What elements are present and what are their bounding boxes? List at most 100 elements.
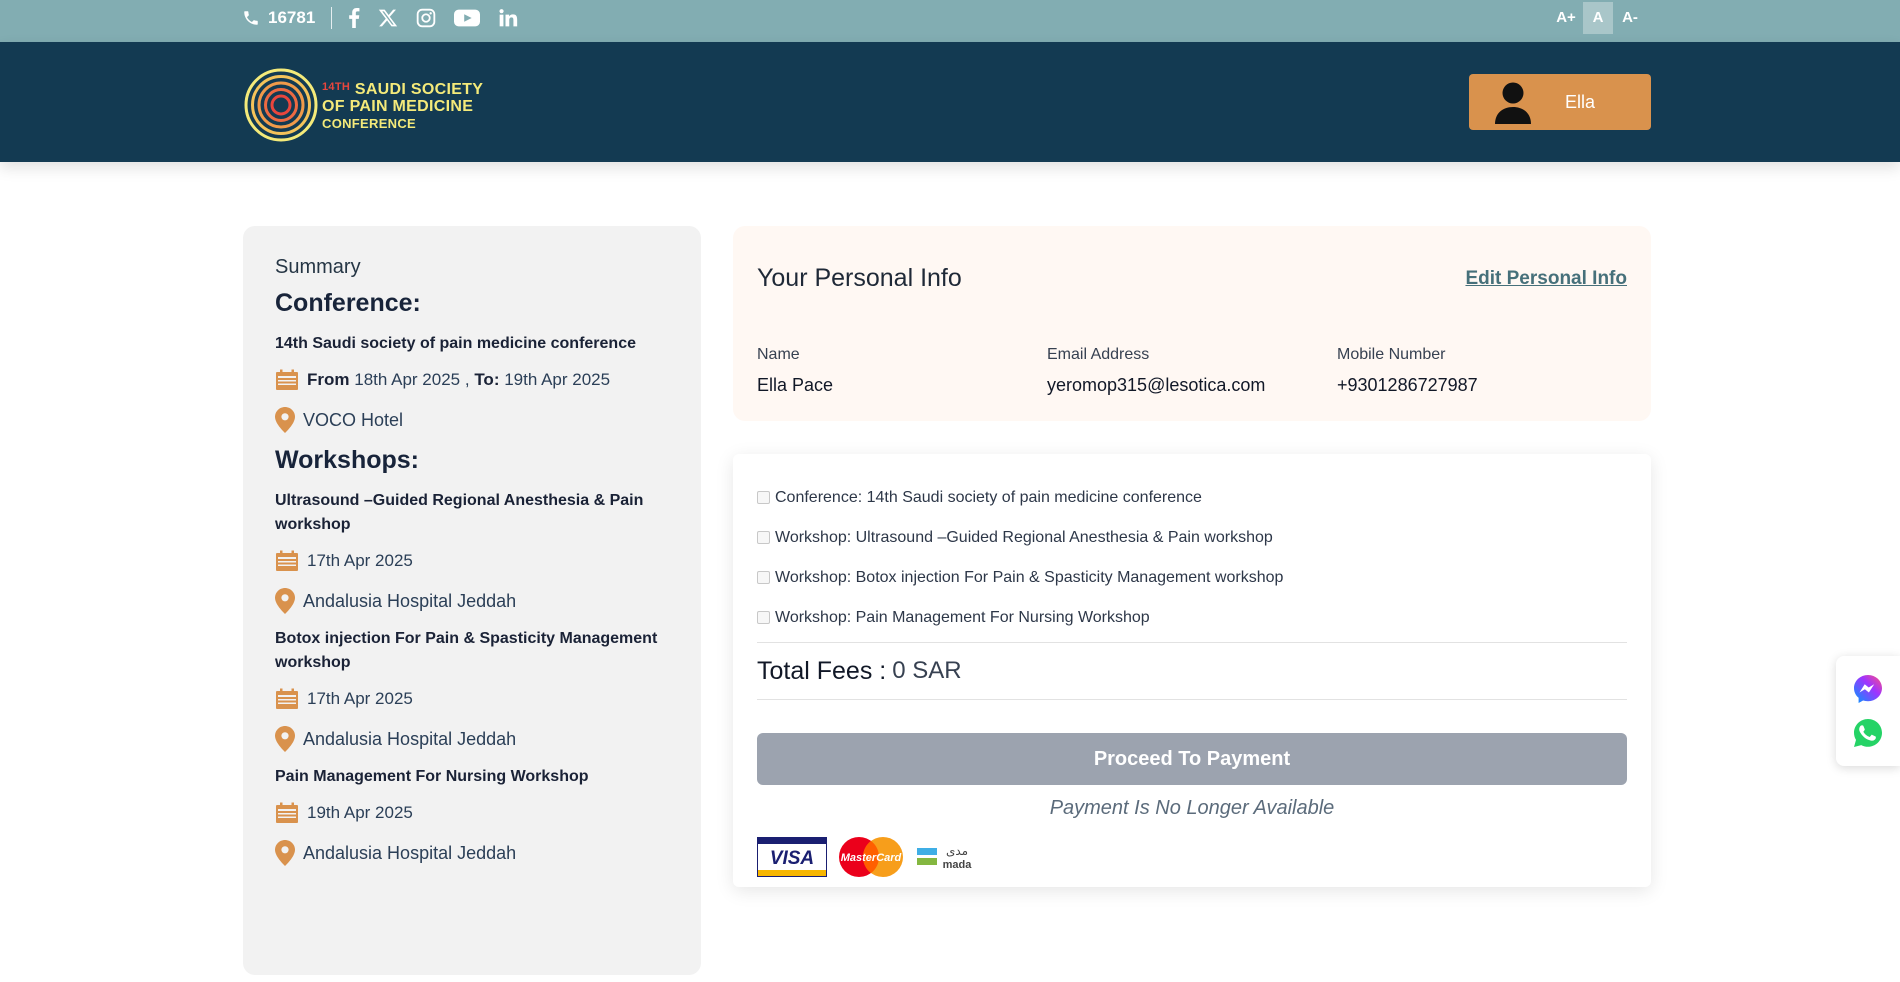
visa-text: VISA bbox=[770, 848, 814, 869]
font-size-controls: A+ A A- bbox=[1551, 0, 1645, 35]
registration-option[interactable]: Workshop: Botox injection For Pain & Spa… bbox=[757, 558, 1627, 598]
location-pin-icon bbox=[275, 840, 295, 866]
font-increase-button[interactable]: A+ bbox=[1551, 2, 1581, 34]
logo-line-2: OF PAIN MEDICINE bbox=[322, 97, 474, 115]
registration-option[interactable]: Workshop: Pain Management For Nursing Wo… bbox=[757, 598, 1627, 638]
field-label: Mobile Number bbox=[1337, 346, 1446, 363]
date-separator: , bbox=[464, 370, 470, 389]
whatsapp-icon[interactable] bbox=[1852, 717, 1884, 749]
top-bar: 16781 A+ A A- bbox=[0, 0, 1900, 42]
workshops-heading: Workshops: bbox=[275, 446, 419, 474]
option-checkbox[interactable] bbox=[757, 610, 770, 624]
workshop-location: Andalusia Hospital Jeddah bbox=[275, 587, 669, 615]
conference-location: VOCO Hotel bbox=[275, 406, 669, 434]
option-checkbox[interactable] bbox=[757, 530, 770, 544]
total-fees-value: 0 SAR bbox=[892, 657, 962, 684]
registration-option[interactable]: Workshop: Ultrasound –Guided Regional An… bbox=[757, 518, 1627, 558]
user-menu-button[interactable]: Ella bbox=[1469, 74, 1651, 130]
workshop-date: 17th Apr 2025 bbox=[275, 685, 669, 713]
location-pin-icon bbox=[275, 726, 295, 752]
field-label: Email Address bbox=[1047, 346, 1150, 363]
phone-icon bbox=[244, 10, 258, 25]
logo-edition: 14TH bbox=[322, 80, 351, 93]
divider bbox=[331, 6, 333, 29]
calendar-icon bbox=[276, 550, 298, 571]
conference-dates: From 18th Apr 2025 , To: 19th Apr 2025 bbox=[275, 366, 669, 394]
to-label: To: bbox=[474, 370, 500, 389]
workshop-location-text: Andalusia Hospital Jeddah bbox=[303, 590, 517, 611]
calendar-icon bbox=[276, 688, 298, 709]
from-date: 18th Apr 2025 bbox=[354, 370, 461, 389]
workshop-name: Botox injection For Pain & Spasticity Ma… bbox=[275, 630, 658, 671]
conference-venue: VOCO Hotel bbox=[303, 409, 404, 430]
workshop-date: 17th Apr 2025 bbox=[275, 547, 669, 575]
youtube-icon[interactable] bbox=[454, 8, 481, 28]
workshop-date-text: 19th Apr 2025 bbox=[307, 803, 413, 822]
font-default-button[interactable]: A bbox=[1583, 1, 1613, 34]
to-date: 19th Apr 2025 bbox=[504, 370, 611, 389]
name-field: Name Ella Pace bbox=[757, 346, 1047, 396]
instagram-icon[interactable] bbox=[416, 8, 436, 28]
summary-title: Summary bbox=[275, 256, 361, 278]
payment-unavailable-note: Payment Is No Longer Available bbox=[1049, 797, 1335, 819]
calendar-icon bbox=[276, 369, 298, 390]
user-name: Ella bbox=[1564, 91, 1595, 112]
workshop-location: Andalusia Hospital Jeddah bbox=[275, 839, 669, 867]
calendar-icon bbox=[276, 802, 298, 823]
registration-card: Conference: 14th Saudi society of pain m… bbox=[733, 454, 1651, 887]
mobile-field: Mobile Number +9301286727987 bbox=[1337, 346, 1627, 396]
workshop-item: Pain Management For Nursing Workshop 19t… bbox=[275, 765, 669, 867]
mada-logo-icon: مدى mada bbox=[917, 844, 973, 871]
mastercard-text: MasterCard bbox=[841, 852, 902, 864]
logo-text: 14TH SAUDI SOCIETY OF PAIN MEDICINE CONF… bbox=[322, 79, 483, 132]
workshop-item: Botox injection For Pain & Spasticity Ma… bbox=[275, 627, 669, 753]
workshop-date-text: 17th Apr 2025 bbox=[307, 551, 413, 570]
floating-chat-widget bbox=[1836, 656, 1900, 766]
option-checkbox[interactable] bbox=[757, 570, 770, 584]
location-pin-icon bbox=[275, 407, 295, 433]
facebook-icon[interactable] bbox=[348, 7, 360, 28]
workshop-name: Pain Management For Nursing Workshop bbox=[275, 768, 589, 785]
logo-line-1: SAUDI SOCIETY bbox=[354, 80, 484, 98]
mada-arabic-text: مدى bbox=[946, 844, 968, 858]
conference-heading: Conference: bbox=[275, 289, 421, 317]
phone-number: 16781 bbox=[268, 7, 316, 27]
proceed-to-payment-button[interactable]: Proceed To Payment bbox=[757, 733, 1627, 785]
email-field: Email Address yeromop315@lesotica.com bbox=[1047, 346, 1337, 396]
field-value: Ella Pace bbox=[757, 375, 834, 395]
option-checkbox[interactable] bbox=[757, 490, 770, 504]
mada-text: mada bbox=[943, 859, 973, 871]
total-fees: Total Fees : 0 SAR bbox=[757, 642, 1627, 700]
field-value: +9301286727987 bbox=[1337, 375, 1478, 395]
conference-logo[interactable]: 14TH SAUDI SOCIETY OF PAIN MEDICINE CONF… bbox=[244, 68, 483, 142]
x-twitter-icon[interactable] bbox=[378, 8, 398, 28]
option-label: Workshop: Pain Management For Nursing Wo… bbox=[775, 609, 1150, 626]
workshop-location: Andalusia Hospital Jeddah bbox=[275, 725, 669, 753]
location-pin-icon bbox=[275, 588, 295, 614]
from-label: From bbox=[307, 370, 350, 389]
total-fees-label: Total Fees : bbox=[757, 656, 887, 685]
mastercard-logo-icon: MasterCard bbox=[839, 837, 903, 877]
edit-personal-info-link[interactable]: Edit Personal Info bbox=[1465, 268, 1627, 290]
option-label: Workshop: Botox injection For Pain & Spa… bbox=[775, 569, 1284, 586]
linkedin-icon[interactable] bbox=[498, 8, 518, 28]
site-header: 14TH SAUDI SOCIETY OF PAIN MEDICINE CONF… bbox=[0, 42, 1900, 162]
option-label: Workshop: Ultrasound –Guided Regional An… bbox=[775, 529, 1273, 546]
workshop-date: 19th Apr 2025 bbox=[275, 799, 669, 827]
personal-info-card: Your Personal Info Edit Personal Info Na… bbox=[733, 226, 1651, 421]
registration-option[interactable]: Conference: 14th Saudi society of pain m… bbox=[757, 478, 1627, 518]
option-label: Conference: 14th Saudi society of pain m… bbox=[775, 489, 1202, 506]
workshop-location-text: Andalusia Hospital Jeddah bbox=[303, 842, 517, 863]
summary-panel: Summary Conference: 14th Saudi society o… bbox=[243, 226, 701, 975]
font-decrease-button[interactable]: A- bbox=[1615, 2, 1645, 34]
phone-contact[interactable]: 16781 bbox=[242, 8, 315, 28]
logo-line-3: CONFERENCE bbox=[322, 115, 417, 131]
payment-methods: VISA MasterCard مدى mada bbox=[757, 836, 1627, 878]
workshop-location-text: Andalusia Hospital Jeddah bbox=[303, 728, 517, 749]
workshop-item: Ultrasound –Guided Regional Anesthesia &… bbox=[275, 489, 669, 615]
field-value: yeromop315@lesotica.com bbox=[1047, 375, 1266, 395]
workshop-date-text: 17th Apr 2025 bbox=[307, 689, 413, 708]
messenger-icon[interactable] bbox=[1852, 673, 1884, 705]
visa-logo-icon: VISA bbox=[757, 837, 827, 877]
logo-rings-icon bbox=[244, 68, 318, 142]
